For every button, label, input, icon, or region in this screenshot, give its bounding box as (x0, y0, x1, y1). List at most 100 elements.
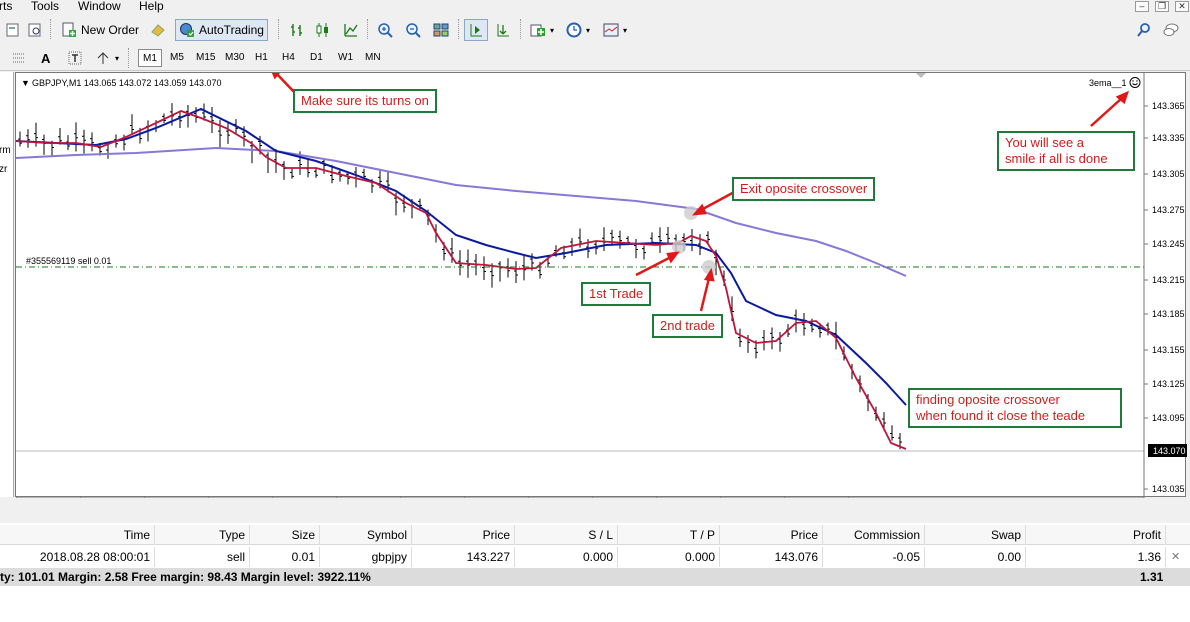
table-cell: -0.05 (823, 547, 925, 567)
price-bar (514, 261, 518, 284)
close-icon[interactable]: ✕ (1175, 1, 1189, 12)
col-header[interactable]: Price (412, 525, 515, 545)
chart-window[interactable]: ▼ GBPJPY,M1 143.065 143.072 143.059 143.… (15, 72, 1187, 498)
col-header[interactable]: Size (250, 525, 320, 545)
zoom-out-icon[interactable] (402, 19, 424, 41)
chart-symbol-header: GBPJPY,M1 143.065 143.072 143.059 143.07… (32, 78, 222, 88)
price-bar (186, 104, 190, 128)
text-tool-icon[interactable]: A (38, 47, 53, 69)
new-order-label: New Order (81, 23, 140, 37)
price-bar (82, 129, 86, 154)
autotrading-button[interactable]: AutoTrading (175, 19, 268, 41)
price-bar (802, 313, 806, 336)
col-header[interactable]: S / L (515, 525, 618, 545)
arrow-first-head (666, 251, 680, 264)
terminal-panel: Time Type Size Symbol Price S / LT / P Price Co… (0, 523, 1190, 622)
price-tick-label: 143.365 (1152, 101, 1185, 111)
tile-windows-icon[interactable] (430, 19, 452, 41)
menu-charts[interactable]: rts (0, 0, 12, 13)
table-cell: sell (155, 547, 250, 567)
crosshair-lines-icon[interactable] (8, 47, 30, 69)
account-summary: ty: 101.01 Margin: 2.58 Free margin: 98.… (0, 568, 1190, 586)
line-chart-icon[interactable] (340, 19, 362, 41)
col-header[interactable]: Profit (1026, 525, 1166, 545)
left-panel-edge: rm zr (0, 72, 14, 497)
left-glyph-1: rm (0, 145, 11, 156)
price-bar (90, 132, 94, 152)
price-bar (26, 129, 30, 148)
periods-clock-icon[interactable]: ▾ (563, 19, 593, 41)
candlestick-icon[interactable] (312, 19, 334, 41)
tf-m15[interactable]: M15 (192, 49, 219, 67)
menu-help[interactable]: Help (139, 0, 164, 13)
price-bar (18, 131, 22, 147)
price-tick-label: 143.245 (1152, 239, 1185, 249)
price-bar (282, 161, 286, 180)
callout-autotrading: Make sure its turns on (293, 89, 437, 113)
search-icon[interactable] (1133, 19, 1155, 41)
price-bar (522, 254, 526, 281)
col-header[interactable]: T / P (618, 525, 720, 545)
table-cell: 2018.08.28 08:00:01 (0, 547, 155, 567)
metaeditor-icon[interactable] (147, 19, 169, 41)
table-cell: 0.000 (515, 547, 618, 567)
price-tick-label: 143.305 (1152, 169, 1185, 179)
table-row[interactable]: 2018.08.28 08:00:01 sell 0.01 gbpjpy 143.227… (0, 547, 1190, 567)
price-tick-label: 143.125 (1152, 379, 1185, 389)
ea-name-label: 3ema__1 (1089, 78, 1127, 88)
smile-icon[interactable] (1129, 77, 1141, 88)
close-order-icon[interactable]: ✕ (1171, 550, 1180, 563)
price-bar (738, 328, 742, 347)
tf-mn[interactable]: MN (361, 49, 385, 67)
col-header[interactable]: Time (0, 525, 155, 545)
symbol-dropdown-icon[interactable]: ▼ (21, 78, 30, 88)
templates-icon[interactable]: ▾ (600, 19, 630, 41)
zoom-chart-icon[interactable] (24, 19, 46, 41)
price-bar (690, 229, 694, 252)
menu-tools[interactable]: Tools (31, 0, 59, 13)
col-header[interactable]: Commission (823, 525, 925, 545)
tf-m30[interactable]: M30 (221, 49, 248, 67)
table-cell: 0.00 (925, 547, 1026, 567)
price-tick-label: 143.155 (1152, 345, 1185, 355)
restore-icon[interactable]: ❐ (1155, 1, 1169, 12)
price-bar (794, 309, 798, 333)
text-label-icon[interactable] (64, 47, 86, 69)
table-cell: 143.227 (412, 547, 515, 567)
minimize-icon[interactable]: – (1135, 1, 1149, 12)
chart-shift-marker-icon[interactable] (916, 73, 926, 78)
col-header[interactable]: Symbol (320, 525, 412, 545)
chart-shift-icon[interactable] (464, 19, 488, 41)
new-order-icon (62, 22, 76, 37)
price-bar (266, 152, 270, 174)
col-header[interactable]: Swap (925, 525, 1026, 545)
table-cell: 0.01 (250, 547, 320, 567)
tf-w1[interactable]: W1 (334, 49, 357, 67)
zoom-in-icon[interactable] (374, 19, 396, 41)
price-bar (482, 256, 486, 281)
tf-m1[interactable]: M1 (138, 49, 162, 67)
price-tick-label: 143.185 (1152, 309, 1185, 319)
price-bar (106, 143, 110, 159)
price-tick-label: 143.035 (1152, 484, 1185, 494)
tf-h4[interactable]: H4 (278, 49, 299, 67)
price-bar (770, 327, 774, 350)
col-header[interactable]: Type (155, 525, 250, 545)
indicators-icon[interactable]: ▾ (527, 19, 557, 41)
chat-icon[interactable] (1160, 19, 1182, 41)
price-bars (18, 103, 902, 450)
auto-scroll-icon[interactable] (492, 19, 514, 41)
price-bar (178, 111, 182, 129)
arrows-icon[interactable]: ▾ (92, 47, 122, 69)
bar-chart-icon[interactable] (286, 19, 308, 41)
price-bar (666, 227, 670, 244)
price-bar (890, 425, 894, 441)
menu-window[interactable]: Window (78, 0, 121, 13)
tf-m5[interactable]: M5 (166, 49, 188, 67)
price-bar (290, 167, 294, 179)
new-order-button[interactable]: New Order (58, 19, 142, 41)
tf-h1[interactable]: H1 (251, 49, 272, 67)
tf-d1[interactable]: D1 (306, 49, 327, 67)
col-header[interactable]: Price (720, 525, 823, 545)
profiles-icon[interactable] (2, 19, 24, 41)
